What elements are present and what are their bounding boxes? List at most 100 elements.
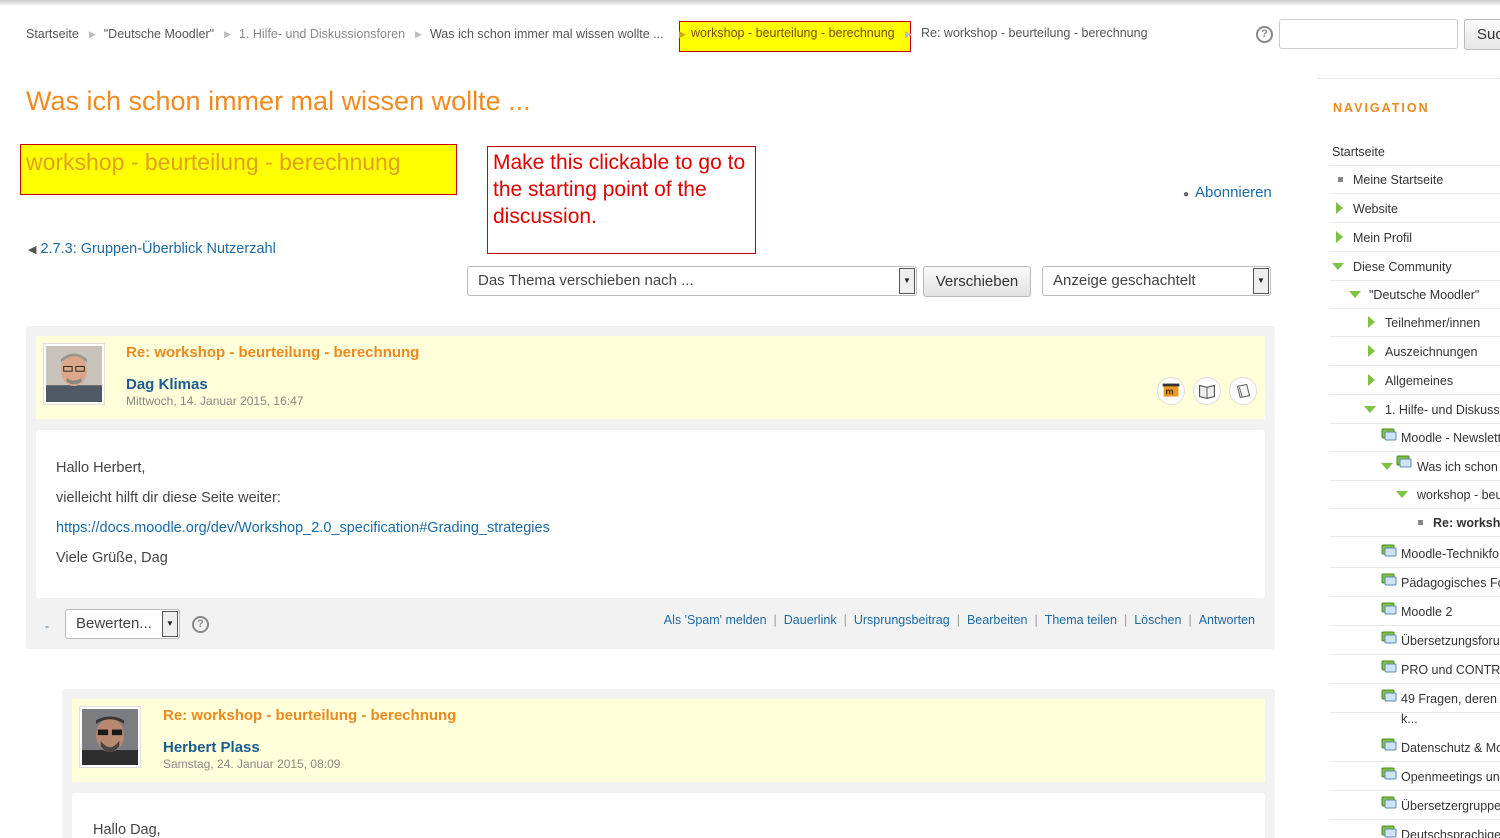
forum-icon [1381,689,1397,703]
post-text-line: Viele Grüße, Dag [56,550,168,566]
nav-item-label[interactable]: Deutschsprachige [1401,828,1500,838]
avatar-image [82,709,138,765]
move-discussion-select[interactable]: Das Thema verschieben nach ... ▼ [467,266,917,296]
previous-discussion-link[interactable]: ◀ 2.7.3: Gruppen-Überblick Nutzerzahl [28,241,276,257]
nav-item-label[interactable]: Pädagogisches Fo [1401,576,1500,590]
post-date: Mittwoch, 14. Januar 2015, 16:47 [126,394,304,408]
report-spam-link[interactable]: Als 'Spam' melden [664,613,767,627]
breadcrumb-separator-icon: ▶ [415,28,422,39]
collapse-arrow-icon[interactable] [1396,491,1408,498]
post-subject: Re: workshop - beurteilung - berechnung [163,707,457,724]
expand-arrow-icon[interactable] [1336,231,1343,243]
post-author[interactable]: Herbert Plass [163,739,260,756]
nav-item-label[interactable]: Meine Startseite [1353,173,1443,187]
nav-item-label[interactable]: 1. Hilfe- und Diskussi [1385,403,1500,417]
avatar[interactable] [43,343,105,405]
display-mode-select-value: Anzeige geschachtelt [1053,272,1196,289]
forum-icon [1381,631,1397,645]
rating-dash[interactable]: - [45,619,49,633]
post-text-line: vielleicht hilft dir diese Seite weiter: [56,490,281,506]
nav-item-label[interactable]: Teilnehmer/innen [1385,316,1480,330]
rating-select[interactable]: Bewerten... ▼ [65,609,180,639]
search-input[interactable] [1279,19,1458,49]
search-button[interactable]: Suc [1464,19,1500,50]
nav-item-label[interactable]: Startseite [1332,145,1385,159]
reply-link[interactable]: Antworten [1199,613,1255,627]
open-book-icon[interactable] [1193,377,1221,405]
post-content [36,430,1265,598]
split-discussion-link[interactable]: Thema teilen [1045,613,1117,627]
forum-icon [1381,428,1397,442]
post-date: Samstag, 24. Januar 2015, 08:09 [163,757,341,771]
expand-arrow-icon[interactable] [1336,202,1343,214]
subscribe-label: Abonnieren [1195,184,1272,201]
avatar-image [46,346,102,402]
nav-item-label[interactable]: Datenschutz & Mo [1401,741,1500,755]
breadcrumb-forum[interactable]: Was ich schon immer mal wissen wollte ..… [430,27,664,41]
expand-arrow-icon[interactable] [1368,316,1375,328]
moodle-badge-icon[interactable]: m [1157,377,1185,405]
post-text-line: Hallo Dag, [93,822,161,838]
collapse-arrow-icon[interactable] [1364,406,1376,413]
nav-item-label[interactable]: Allgemeines [1385,374,1453,388]
move-button[interactable]: Verschieben [923,266,1031,297]
book-icon[interactable] [1229,377,1257,405]
nav-item-label[interactable]: Auszeichnungen [1385,345,1477,359]
nav-item-label[interactable]: Mein Profil [1353,231,1412,245]
subscribe-link[interactable]: ● Abonnieren [1183,184,1272,201]
breadcrumb-discussion[interactable]: workshop - beurteilung - berechnung [691,26,895,40]
nav-item-label[interactable]: workshop - beu [1417,488,1500,502]
breadcrumb-forums[interactable]: 1. Hilfe- und Diskussionsforen [239,27,405,41]
forum-icon [1381,573,1397,587]
page-title: Was ich schon immer mal wissen wollte ..… [26,86,531,116]
bullet-square-icon[interactable] [1418,520,1423,525]
breadcrumb-current: Re: workshop - beurteilung - berechnung [921,26,1148,40]
nav-item-label[interactable]: Openmeetings un [1401,770,1500,784]
rating-select-value: Bewerten... [76,615,152,632]
avatar[interactable] [79,706,141,768]
edit-link[interactable]: Bearbeiten [967,613,1027,627]
navigation-heading: NAVIGATION [1333,101,1430,115]
chevron-down-icon: ▼ [1253,268,1269,294]
collapse-arrow-icon[interactable] [1332,263,1344,270]
breadcrumb-course[interactable]: "Deutsche Moodler" [104,27,214,41]
nav-item-label[interactable]: Was ich schon [1417,460,1498,474]
annotation-note: Make this clickable to go to the startin… [487,146,756,254]
post-link[interactable]: https://docs.moodle.org/dev/Workshop_2.0… [56,520,550,536]
help-icon[interactable]: ? [192,616,209,633]
breadcrumb-separator-icon: ▶ [679,29,686,39]
forum-icon [1381,660,1397,674]
forum-icon [1381,602,1397,616]
breadcrumb-home[interactable]: Startseite [26,27,79,41]
nav-item-label[interactable]: Moodle - Newslett [1401,431,1500,445]
nav-item-label[interactable]: PRO und CONTRA [1401,663,1500,677]
expand-arrow-icon[interactable] [1368,345,1375,357]
nav-item-label[interactable]: Website [1353,202,1398,216]
nav-item-label[interactable]: Übersetzergruppe [1401,799,1500,813]
nav-item-label[interactable]: Übersetzungsforu [1401,634,1500,648]
post-content [72,793,1265,838]
permalink-link[interactable]: Dauerlink [784,613,837,627]
bullet-square-icon[interactable] [1338,177,1343,182]
expand-arrow-icon[interactable] [1368,374,1375,386]
forum-icon [1381,544,1397,558]
post-author[interactable]: Dag Klimas [126,376,208,393]
nav-item-label[interactable]: k... [1401,712,1418,726]
breadcrumb-separator-icon: ▶ [88,28,96,39]
nav-item-label[interactable]: Moodle-Technikfo [1401,547,1499,561]
nav-item-label[interactable]: "Deutsche Moodler" [1369,288,1479,302]
forum-icon [1396,455,1412,469]
discussion-title: workshop - beurteilung - berechnung [26,149,401,175]
forum-icon [1381,825,1397,838]
display-mode-select[interactable]: Anzeige geschachtelt ▼ [1042,266,1271,296]
nav-item-label[interactable]: Re: worksho [1433,516,1500,530]
help-icon[interactable]: ? [1256,26,1273,43]
chevron-down-icon: ▼ [162,611,178,637]
nav-item-label[interactable]: 49 Fragen, deren A [1401,692,1500,706]
nav-item-label[interactable]: Moodle 2 [1401,605,1452,619]
collapse-arrow-icon[interactable] [1349,291,1361,298]
collapse-arrow-icon[interactable] [1381,463,1393,470]
nav-item-label[interactable]: Diese Community [1353,260,1452,274]
delete-link[interactable]: Löschen [1134,613,1181,627]
parent-post-link[interactable]: Ursprungsbeitrag [854,613,950,627]
